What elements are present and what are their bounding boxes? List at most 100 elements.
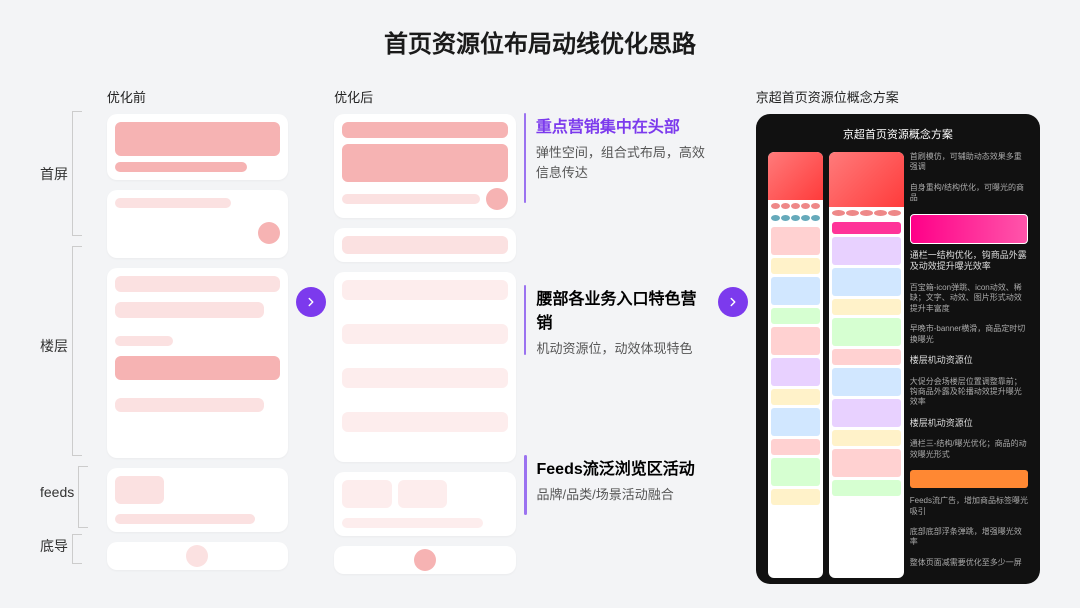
arrow-between-wireframes bbox=[296, 87, 326, 317]
wf-block bbox=[115, 398, 264, 412]
wf-card-before-header bbox=[107, 114, 288, 180]
phone-module bbox=[832, 299, 901, 315]
note-line: 通栏一结构优化，钩商品外露及动效提升曝光效率 bbox=[910, 250, 1028, 273]
column-header-after: 优化后 bbox=[334, 87, 515, 106]
wf-block bbox=[115, 514, 256, 524]
wf-dot bbox=[486, 188, 508, 210]
wf-card-after-nav bbox=[334, 546, 515, 574]
highlight-strip bbox=[910, 470, 1028, 488]
concept-block-3: Feeds流泛浏览区活动 品牌/品类/场景活动融合 bbox=[524, 455, 710, 515]
phone-module bbox=[771, 458, 820, 486]
annotations-column: 重点营销集中在头部 弹性空间，组合式布局，高效信息传达 腰部各业务入口特色营销 … bbox=[524, 87, 710, 515]
wf-block bbox=[342, 518, 483, 528]
highlight-strip bbox=[910, 214, 1028, 244]
phone-module bbox=[771, 439, 820, 455]
diagram-container: 首屏 楼层 feeds 底导 优化前 bbox=[40, 87, 1040, 584]
phone-module bbox=[771, 389, 820, 405]
wf-block bbox=[115, 122, 280, 156]
concept-3-desc: 品牌/品类/场景活动融合 bbox=[537, 485, 695, 505]
mockup-section: 京超首页资源位概念方案 京超首页资源概念方案 bbox=[756, 87, 1040, 584]
note-line: 楼层机动资源位 bbox=[910, 418, 1028, 430]
wf-card-before-sub bbox=[107, 190, 288, 258]
column-header-before: 优化前 bbox=[107, 87, 288, 106]
concept-1-desc: 弹性空间，组合式布局，高效信息传达 bbox=[536, 143, 710, 183]
phone-module bbox=[771, 308, 820, 324]
label-first-screen: 首屏 bbox=[40, 164, 68, 184]
phone-module bbox=[832, 480, 901, 496]
page-title: 首页资源位布局动线优化思路 bbox=[40, 24, 1040, 59]
wf-card-before-floor bbox=[107, 268, 288, 458]
bracket-icon bbox=[72, 534, 82, 564]
concept-2-desc: 机动资源位，动效体现特色 bbox=[536, 339, 709, 359]
label-group-first-screen: 首屏 bbox=[40, 111, 99, 236]
mockup-panel-title: 京超首页资源概念方案 bbox=[768, 126, 1028, 142]
phone-module bbox=[771, 408, 820, 436]
label-group-feeds: feeds bbox=[40, 456, 99, 528]
wf-card-after-floor bbox=[334, 272, 515, 462]
wireframe-before-column: 优化前 bbox=[107, 87, 288, 580]
mockup-panel: 京超首页资源概念方案 bbox=[756, 114, 1040, 584]
wf-dot bbox=[186, 545, 208, 567]
wf-block bbox=[342, 480, 392, 508]
note-line: 通栏三-结构/曝光优化；商品的动效曝光形式 bbox=[910, 439, 1028, 460]
note-line: 底部底部浮条弹跳，增强曝光效率 bbox=[910, 527, 1028, 548]
note-line: 早晚市-banner横滑，商品定时切换曝光 bbox=[910, 324, 1028, 345]
arrow-right-icon bbox=[296, 287, 326, 317]
wireframe-after-column: 优化后 bbox=[334, 87, 515, 584]
phone-module bbox=[832, 237, 901, 265]
wf-card-after-header bbox=[334, 114, 515, 218]
note-line: Feeds流广告，增加商品标签曝光吸引 bbox=[910, 496, 1028, 517]
vertical-bar-icon bbox=[524, 113, 526, 203]
wf-block bbox=[115, 276, 280, 292]
label-bottom-nav: 底导 bbox=[40, 536, 68, 556]
phone-icon-row bbox=[829, 207, 904, 219]
phone-banner bbox=[768, 152, 823, 200]
label-group-bottom-nav: 底导 bbox=[40, 528, 99, 564]
note-line: 楼层机动资源位 bbox=[910, 355, 1028, 367]
mockup-notes-column: 首刷模仿，可辅助动态效果多重强调 自身重构/结构优化，可曝光的商品 通栏一结构优… bbox=[910, 152, 1028, 578]
wf-block bbox=[115, 336, 173, 346]
concept-3-title: Feeds流泛浏览区活动 bbox=[537, 455, 695, 479]
note-line: 自身重构/结构优化，可曝光的商品 bbox=[910, 183, 1028, 204]
vertical-bar-icon bbox=[524, 455, 527, 515]
phone-module bbox=[832, 399, 901, 427]
phone-module bbox=[832, 318, 901, 346]
phone-module bbox=[771, 258, 820, 274]
phone-module bbox=[832, 268, 901, 296]
note-line: 整体页面减需要优化至多少一屏 bbox=[910, 558, 1028, 568]
phone-mock-2 bbox=[829, 152, 904, 578]
bracket-icon bbox=[72, 111, 82, 236]
label-feeds: feeds bbox=[40, 484, 74, 500]
concept-1-title: 重点营销集中在头部 bbox=[536, 113, 710, 137]
wf-block bbox=[342, 324, 507, 344]
phone-module bbox=[832, 368, 901, 396]
concept-block-2: 腰部各业务入口特色营销 机动资源位，动效体现特色 bbox=[524, 285, 710, 359]
arrow-to-mockup bbox=[718, 87, 748, 317]
phone-mock-1 bbox=[768, 152, 823, 578]
wf-block bbox=[342, 236, 507, 254]
phone-module bbox=[771, 277, 820, 305]
wf-block bbox=[115, 356, 280, 380]
wf-block bbox=[115, 198, 231, 208]
wf-block bbox=[342, 280, 507, 300]
phone-banner bbox=[829, 152, 904, 207]
note-line: 百宝箱-icon弹跳、icon动效、稀缺；文字、动效、图片形式动效提升丰富度 bbox=[910, 283, 1028, 314]
wf-block bbox=[115, 302, 264, 318]
wf-block bbox=[342, 412, 507, 432]
wf-block bbox=[398, 480, 448, 508]
wf-block bbox=[115, 162, 247, 172]
wf-card-after-sub bbox=[334, 228, 515, 262]
arrow-right-icon bbox=[718, 287, 748, 317]
phone-module bbox=[832, 349, 901, 365]
vertical-bar-icon bbox=[524, 285, 527, 355]
label-group-floor: 楼层 bbox=[40, 236, 99, 456]
wf-block bbox=[342, 194, 479, 204]
bracket-icon bbox=[78, 466, 88, 528]
phone-icon-row bbox=[768, 212, 823, 224]
wf-card-before-feeds bbox=[107, 468, 288, 532]
phone-module bbox=[771, 227, 820, 255]
phone-module bbox=[771, 358, 820, 386]
wf-card-after-feeds bbox=[334, 472, 515, 536]
wf-dot bbox=[258, 222, 280, 244]
phone-module bbox=[771, 489, 820, 505]
